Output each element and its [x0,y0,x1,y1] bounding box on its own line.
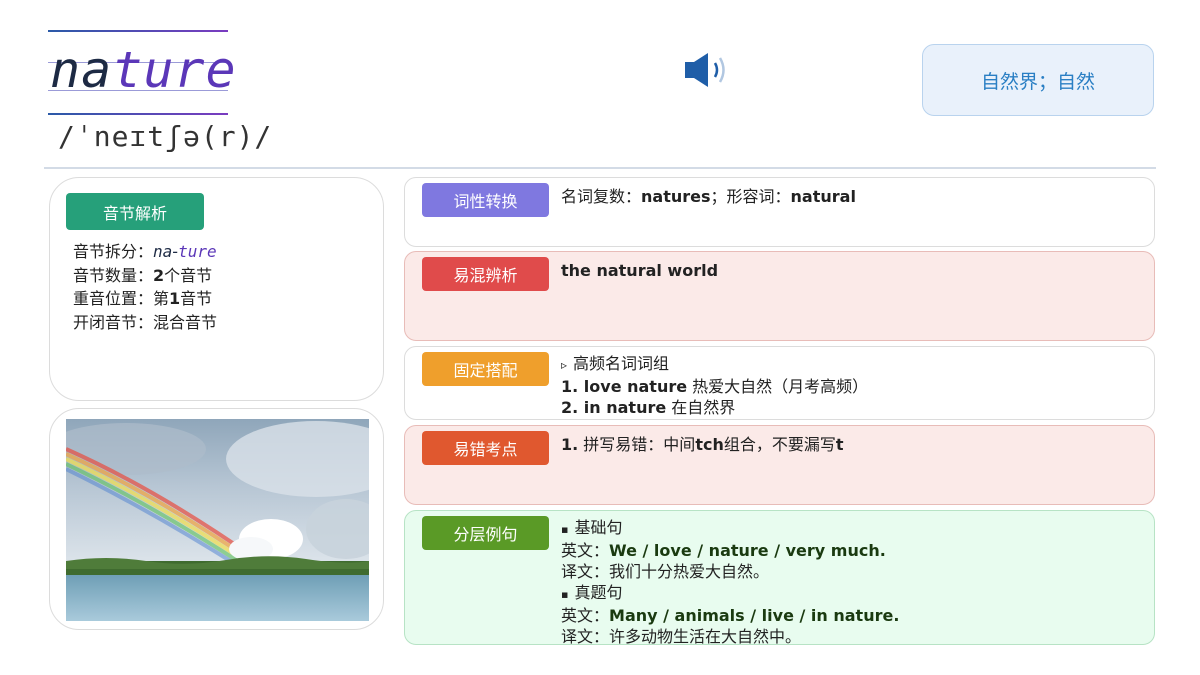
basic-en-row: 英文：We / love / nature / very much. [561,540,1142,561]
split-part2: ture [178,242,217,261]
errors-panel: 易错考点 1. 拼写易错：中间tch组合，不要漏写t [404,425,1155,505]
errors-text-c: 组合，不要漏写 [723,435,836,454]
collocation-item1-zh: 热爱大自然（月考高频） [687,377,869,396]
basic-title-row: ▪ 基础句 [561,517,1142,540]
real-title-row: ▪ 真题句 [561,582,1142,605]
collocation-item2-en: 2. in nature [561,398,667,417]
confusion-panel: 易混辨析 the natural world [404,251,1155,341]
pos-label1: 名词复数： [561,187,642,206]
real-zh-row: 译文：许多动物生活在大自然中。 [561,626,1142,647]
collocation-item1-en: 1. love nature [561,377,688,396]
split-part1: na [153,242,173,261]
square-bullet-icon: ▪ [561,588,569,601]
errors-text-a: 拼写易错：中间 [578,435,696,454]
header-divider [44,167,1156,169]
headword: nature [50,40,237,100]
collocation-tag: 固定搭配 [422,352,549,386]
errors-text-b: tch [695,435,724,454]
stress-unit: 音节 [180,289,213,308]
basic-zh: 我们十分热爱大自然。 [609,562,770,581]
confusion-body: the natural world [561,260,1142,281]
split-label: 音节拆分： [73,242,154,261]
basic-zh-label: 译文： [561,562,610,581]
collocation-heading-row: ▹ 高频名词词组 [561,353,1142,376]
type-label: 开闭音节： [73,312,154,332]
guide-line-top [48,30,228,32]
basic-en-label: 英文： [561,541,610,560]
pos-sep: ；形容词： [710,187,791,206]
errors-tag: 易错考点 [422,431,549,465]
rainbow-lake-photo [66,419,369,621]
count-unit: 个音节 [164,265,213,285]
count-label: 音节数量： [73,265,154,285]
syllable-split-row: 音节拆分：na-ture [73,240,217,264]
errors-num: 1. [561,435,579,454]
syllable-type-row: 开闭音节：混合音节 [73,311,217,335]
real-en-row: 英文：Many / animals / live / in nature. [561,605,1142,626]
collocation-heading: 高频名词词组 [573,354,670,373]
collocation-item-2: 2. in nature 在自然界 [561,397,1142,418]
syllable-count-row: 音节数量：2个音节 [73,264,217,288]
pos-tag: 词性转换 [422,183,549,217]
errors-text-d: t [835,435,844,454]
headword-part1: na [50,41,113,99]
syllable-lines: 音节拆分：na-ture 音节数量：2个音节 重音位置：第1音节 开闭音节：混合… [73,240,217,334]
pos-body: 名词复数：natures；形容词：natural [561,186,1142,207]
collocation-item-1: 1. love nature 热爱大自然（月考高频） [561,376,1142,397]
pos-value1: natures [641,187,711,206]
collocation-panel: 固定搭配 ▹ 高频名词词组 1. love nature 热爱大自然（月考高频） … [404,346,1155,420]
real-en: Many / animals / live / in nature. [609,606,900,625]
type-value: 混合音节 [153,312,218,332]
headword-block: nature [48,28,236,118]
confusion-text: the natural world [561,261,719,280]
meaning-text: 自然界；自然 [980,70,1095,93]
phonetic: /ˈneɪtʃə(r)/ [58,120,273,153]
pos-panel: 词性转换 名词复数：natures；形容词：natural [404,177,1155,247]
square-bullet-icon: ▪ [561,523,569,536]
syllable-tag: 音节解析 [66,193,204,230]
speaker-icon[interactable] [684,52,728,88]
collocation-body: ▹ 高频名词词组 1. love nature 热爱大自然（月考高频） 2. in… [561,353,1142,418]
real-zh-label: 译文： [561,627,610,646]
count-num: 2 [153,265,165,285]
meaning-box: 自然界；自然 [922,44,1154,116]
examples-body: ▪ 基础句 英文：We / love / nature / very much. … [561,517,1142,647]
basic-zh-row: 译文：我们十分热爱大自然。 [561,561,1142,582]
basic-title: 基础句 [574,518,623,537]
stress-prefix: 第 [153,289,170,308]
syllable-card: 音节解析 音节拆分：na-ture 音节数量：2个音节 重音位置：第1音节 开闭… [49,177,384,401]
triangle-bullet-icon: ▹ [561,358,568,372]
pos-value2: natural [790,187,856,206]
guide-line-bottom [48,113,228,115]
real-en-label: 英文： [561,606,610,625]
collocation-item2-zh: 在自然界 [666,398,736,417]
stress-label: 重音位置： [73,289,154,308]
real-zh: 许多动物生活在大自然中。 [609,627,802,646]
headword-part2: ture [112,41,237,99]
illustration-card [49,408,384,630]
confusion-tag: 易混辨析 [422,257,549,291]
real-title: 真题句 [574,583,623,602]
examples-panel: 分层例句 ▪ 基础句 英文：We / love / nature / very m… [404,510,1155,647]
stress-num: 1 [169,289,181,308]
basic-en: We / love / nature / very much. [609,541,886,560]
syllable-stress-row: 重音位置：第1音节 [73,287,217,311]
examples-tag: 分层例句 [422,516,549,550]
errors-body: 1. 拼写易错：中间tch组合，不要漏写t [561,434,1142,455]
